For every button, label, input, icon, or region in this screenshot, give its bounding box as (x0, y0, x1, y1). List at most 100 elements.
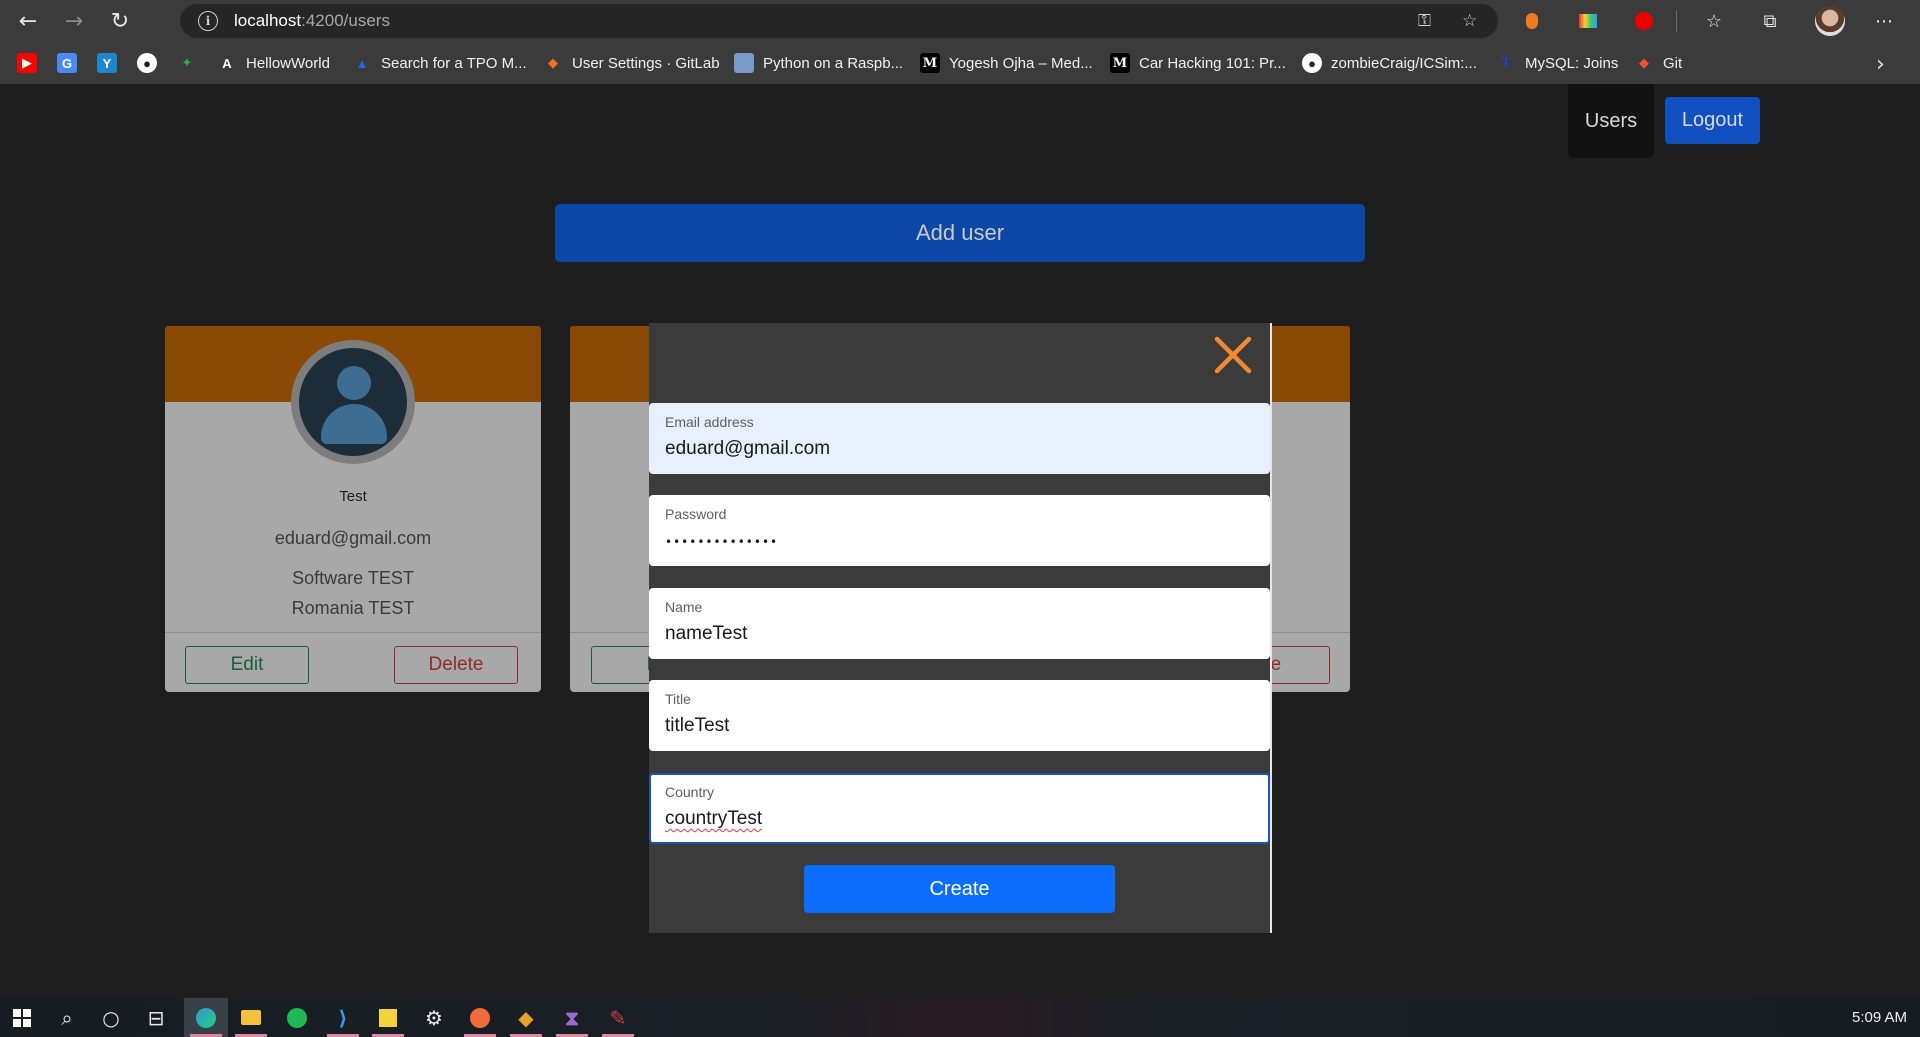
paint-icon[interactable]: ✎ (596, 998, 640, 1037)
bookmark-github[interactable]: ● (137, 52, 166, 74)
bookmark-hellowworld[interactable]: A HellowWorld (217, 52, 330, 74)
toolbar-separator (1676, 10, 1677, 32)
t-icon: T (1501, 55, 1511, 71)
card-divider (165, 632, 541, 633)
spotify-icon[interactable] (275, 998, 319, 1037)
github-icon: ● (1302, 53, 1322, 73)
password-value: •••••••••••••• (665, 535, 779, 549)
medium-icon: M (1110, 53, 1130, 73)
bookmark-youtube[interactable]: ▶ (17, 52, 46, 74)
password-field[interactable]: Password •••••••••••••• (649, 495, 1270, 566)
country-label: Country (665, 784, 715, 800)
site-info-icon[interactable]: i (198, 11, 218, 31)
postman-icon[interactable] (458, 998, 502, 1037)
collections-icon[interactable]: ⧉ (1758, 9, 1782, 33)
bookmark-tpo[interactable]: ▲ Search for a TPO M... (352, 52, 527, 74)
visual-studio-icon[interactable]: ⧗ (550, 998, 594, 1037)
bookmark-label: Git (1663, 54, 1683, 72)
delete-button[interactable]: Delete (394, 646, 518, 684)
bookmark-label: User Settings · GitLab (572, 54, 720, 72)
medium-icon: M (920, 53, 940, 73)
bookmark-label: MySQL: Joins (1525, 54, 1619, 72)
cortana-icon[interactable]: ○ (89, 998, 133, 1037)
url-host: localhost (234, 11, 302, 30)
triangle-icon: ▲ (355, 55, 369, 71)
bookmark-yammer[interactable]: Y (97, 52, 126, 74)
yammer-icon: Y (97, 53, 117, 73)
bookmark-mysql-joins[interactable]: T MySQL: Joins (1496, 52, 1618, 74)
user-name: Test (339, 488, 367, 505)
bookmark-yogesh[interactable]: M Yogesh Ojha – Med... (920, 52, 1093, 74)
close-x-icon[interactable] (1211, 333, 1255, 377)
key-icon[interactable]: ⚿ (1418, 11, 1431, 31)
extension-orange-icon[interactable] (1520, 9, 1544, 33)
google-translate-icon: G (57, 53, 77, 73)
bookmark-translate[interactable]: G (57, 52, 86, 74)
git-icon[interactable]: ◆ (504, 998, 548, 1037)
email-value: eduard@gmail.com (665, 438, 831, 459)
country-value: countryTest (665, 808, 763, 829)
more-menu-icon[interactable]: ⋯ (1872, 9, 1896, 33)
image-icon (734, 53, 754, 73)
chevron-right-icon[interactable]: › (1876, 52, 1885, 77)
add-favorite-icon[interactable]: ☆ (1462, 11, 1477, 31)
bookmark-car-hacking[interactable]: M Car Hacking 101: Pr... (1110, 52, 1286, 74)
settings-icon[interactable]: ⚙ (412, 998, 456, 1037)
windows-start-icon[interactable] (0, 998, 44, 1037)
extension-colorful-icon[interactable] (1576, 9, 1600, 33)
name-field[interactable]: Name nameTest (649, 588, 1270, 659)
address-bar[interactable]: i localhost:4200/users ⚿ ☆ (180, 4, 1498, 38)
user-card: Test eduard@gmail.com Software TEST Roma… (165, 326, 541, 692)
search-icon[interactable]: ⌕ (45, 998, 89, 1037)
bookmark-icsim[interactable]: ● zombieCraig/ICSim:... (1302, 52, 1477, 74)
profile-avatar[interactable] (1815, 6, 1845, 36)
bookmark-gitlab[interactable]: ◆ User Settings · GitLab (543, 52, 720, 74)
name-label: Name (665, 599, 703, 615)
page-content: Users Logout Add user Test eduard@gmail.… (0, 84, 1920, 998)
title-field[interactable]: Title titleTest (649, 680, 1270, 751)
title-label: Title (665, 691, 691, 707)
favorites-icon[interactable]: ☆ (1702, 9, 1726, 33)
back-arrow-icon[interactable]: ← (12, 5, 44, 37)
email-field[interactable]: Email address eduard@gmail.com (649, 403, 1270, 474)
country-field[interactable]: Country countryTest (649, 773, 1270, 844)
edge-icon[interactable] (184, 998, 228, 1037)
bookmark-label: Python on a Raspb... (763, 54, 904, 72)
bookmark-label: Search for a TPO M... (381, 54, 527, 72)
url-path: :4200/users (301, 11, 390, 30)
title-value: titleTest (665, 715, 730, 736)
git-icon: ◆ (1639, 55, 1649, 70)
edit-button[interactable]: Edit (185, 646, 309, 684)
bookmark-git[interactable]: ◆ Git (1634, 52, 1682, 74)
user-title: Software TEST (292, 568, 414, 588)
file-explorer-icon[interactable] (229, 998, 273, 1037)
browser-toolbar: ← → ↻ i localhost:4200/users ⚿ ☆ ☆ ⧉ ⋯ (0, 0, 1920, 42)
bookmark-label: HellowWorld (246, 54, 330, 72)
password-label: Password (665, 506, 727, 522)
github-icon: ● (137, 53, 157, 73)
bookmark-label: Yogesh Ojha – Med... (949, 54, 1093, 72)
refresh-icon[interactable]: ↻ (104, 5, 136, 37)
adblock-icon[interactable] (1632, 9, 1656, 33)
avatar (291, 340, 415, 464)
taskbar: ⌕ ○ ⊟ ⟩ ⚙ ◆ ⧗ ✎ 5:09 AM (0, 998, 1920, 1037)
bookmark-label: Car Hacking 101: Pr... (1139, 54, 1286, 72)
logout-button[interactable]: Logout (1665, 97, 1760, 144)
create-button[interactable]: Create (804, 865, 1115, 913)
nav-users-link[interactable]: Users (1568, 84, 1654, 158)
bookmark-label: zombieCraig/ICSim:... (1331, 54, 1477, 72)
create-user-modal: Email address eduard@gmail.com Password … (649, 323, 1272, 933)
bookmark-python-raspberry[interactable]: Python on a Raspb... (734, 52, 903, 74)
gitlab-icon: ◆ (548, 55, 558, 70)
user-email: eduard@gmail.com (274, 528, 432, 548)
url-text[interactable]: localhost:4200/users (234, 11, 390, 31)
clock[interactable]: 5:09 AM (1852, 1009, 1907, 1026)
forward-arrow-icon[interactable]: → (58, 5, 90, 37)
vscode-icon[interactable]: ⟩ (321, 998, 365, 1037)
sticky-notes-icon[interactable] (366, 998, 410, 1037)
add-user-button[interactable]: Add user (555, 204, 1365, 262)
bookmark-leaf[interactable]: ✦ (177, 52, 206, 74)
task-view-icon[interactable]: ⊟ (134, 998, 178, 1037)
leaf-icon: ✦ (181, 55, 193, 70)
name-value: nameTest (665, 623, 748, 644)
